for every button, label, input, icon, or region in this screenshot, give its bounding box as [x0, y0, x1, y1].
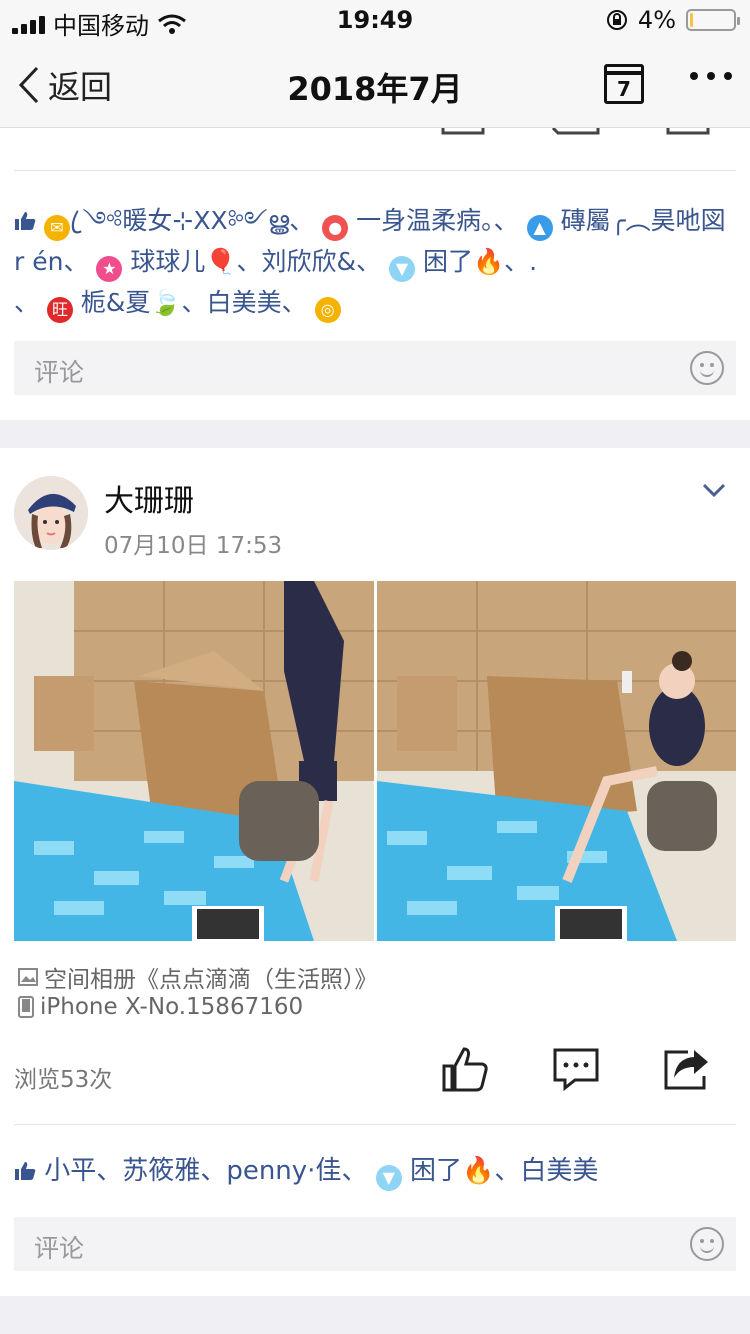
like-list: 小平、苏筱雅、penny·佳、 ▼ 困了🔥、白美美: [14, 1150, 598, 1192]
mail-emoji-icon: ✉: [43, 215, 70, 241]
liker-name[interactable]: .: [529, 247, 537, 276]
thumbs-up-icon: [15, 1162, 36, 1180]
post: 大珊珊 07月10日 17:53 空间相册《点点滴滴（生活照）》 iPhone …: [0, 448, 750, 1296]
status-bar: 中国移动 19:49 4%: [0, 0, 750, 40]
liker-name[interactable]: 困了🔥: [410, 1156, 494, 1186]
action-icons-cut: [441, 128, 710, 135]
liker-name[interactable]: 刘欣欣&: [262, 247, 357, 276]
liker-name[interactable]: 白美美: [520, 1156, 598, 1186]
battery-percent: 4%: [637, 6, 676, 34]
nav-bar: 返回 2018年7月 7: [0, 40, 750, 128]
calendar-button[interactable]: 7: [604, 64, 644, 104]
photo-grid: [14, 581, 736, 941]
emoji-icon[interactable]: [690, 351, 724, 385]
liker-name[interactable]: 苏筱雅: [122, 1156, 200, 1186]
post-previous: ✉ ꦿ༺暖女⊹XX༻ൠ、 ● 一身温柔病。、 ▲ 磚屬╭︵昊吔図 r én、 ★…: [0, 128, 750, 420]
shirt-emoji-icon: ▼: [389, 256, 415, 282]
liker-name[interactable]: 球球儿🎈: [130, 247, 236, 276]
more-button[interactable]: [690, 72, 732, 80]
section-gap: [0, 420, 750, 448]
author-name[interactable]: 大珊珊: [104, 476, 194, 520]
wang-emoji-icon: 旺: [46, 297, 73, 323]
section-gap: [0, 1296, 750, 1334]
like-button[interactable]: [442, 1046, 488, 1092]
liker-name[interactable]: 栀&夏🍃: [81, 288, 182, 317]
comment-button[interactable]: [553, 1046, 599, 1092]
more-dot: [707, 72, 715, 80]
divider: [14, 170, 736, 171]
post-photo[interactable]: [376, 581, 736, 941]
view-count: 浏览53次: [14, 1067, 113, 1093]
post-timestamp: 07月10日 17:53: [104, 533, 283, 559]
like-list: ✉ ꦿ༺暖女⊹XX༻ൠ、 ● 一身温柔病。、 ▲ 磚屬╭︵昊吔図 r én、 ★…: [14, 200, 736, 323]
image-icon: [18, 968, 38, 986]
emoji-icon[interactable]: [690, 1227, 724, 1261]
liker-name[interactable]: 白美美: [207, 288, 282, 317]
shirt-emoji-icon: ▼: [375, 1165, 402, 1191]
more-dot: [724, 72, 732, 80]
liker-name[interactable]: 小平: [44, 1156, 96, 1186]
liker-name[interactable]: 一身温柔病。: [356, 206, 494, 235]
status-right: 4%: [606, 6, 740, 34]
comment-placeholder: 评论: [34, 358, 85, 387]
bell-emoji-icon: ◎: [314, 297, 341, 323]
chevron-down-icon[interactable]: [702, 478, 726, 502]
device-label: iPhone X-No.15867160: [40, 994, 304, 1020]
liker-name[interactable]: 困了🔥: [423, 247, 504, 276]
liker-name[interactable]: penny·佳: [226, 1156, 341, 1186]
liker-name[interactable]: ꦿ༺暖女⊹XX༻ൠ: [82, 206, 289, 235]
phone-icon: [18, 996, 34, 1018]
rotation-lock-icon: [606, 10, 627, 30]
calendar-day: 7: [617, 77, 631, 101]
rocket-emoji-icon: ▲: [526, 215, 553, 241]
star-emoji-icon: ★: [96, 256, 123, 282]
album-label: 空间相册《点点滴滴（生活照）》: [44, 967, 378, 993]
post-photo[interactable]: [14, 581, 374, 941]
comment-input[interactable]: 评论: [14, 1217, 736, 1271]
battery-icon: [686, 9, 740, 31]
device-source: iPhone X-No.15867160: [18, 994, 303, 1020]
battery-fill: [690, 13, 693, 27]
comment-placeholder: 评论: [34, 1234, 85, 1263]
album-source[interactable]: 空间相册《点点滴滴（生活照）》: [18, 960, 378, 994]
balloon-emoji-icon: ●: [322, 215, 349, 241]
thumbs-up-icon: [15, 212, 36, 230]
divider: [14, 1124, 736, 1125]
more-dot: [690, 72, 698, 80]
comment-input[interactable]: 评论: [14, 341, 736, 395]
share-button[interactable]: [664, 1046, 710, 1092]
avatar[interactable]: [14, 476, 88, 550]
